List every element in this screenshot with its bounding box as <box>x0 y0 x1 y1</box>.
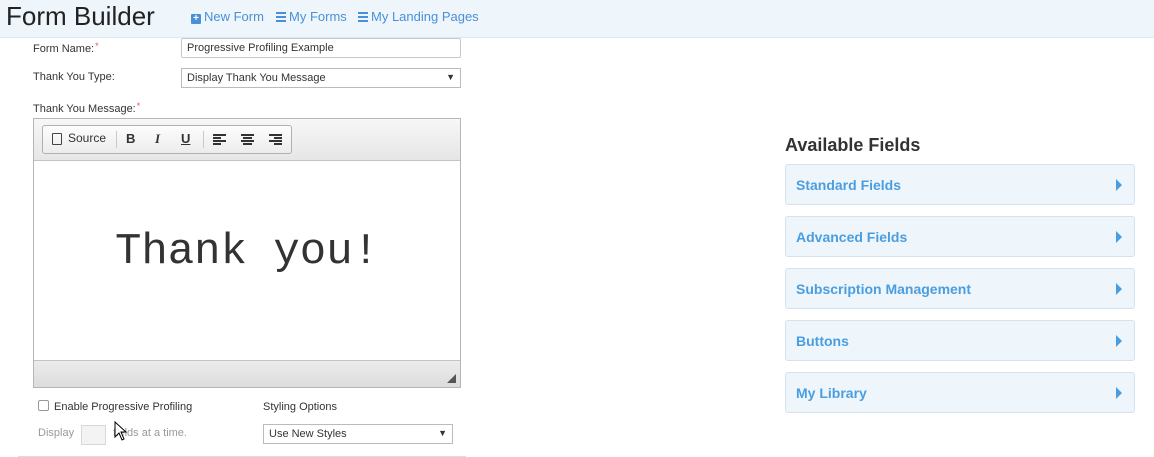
styling-options-select[interactable]: Use New Styles ▼ <box>263 424 453 444</box>
form-name-label-text: Form Name: <box>33 43 95 55</box>
thank-you-message-label-text: Thank You Message: <box>33 103 136 115</box>
accordion-label: Advanced Fields <box>796 229 908 245</box>
italic-button[interactable]: I <box>155 131 160 147</box>
thank-you-message-label: Thank You Message:* <box>33 101 140 115</box>
accordion-subscription-management[interactable]: Subscription Management <box>785 268 1135 309</box>
editor-content-area[interactable]: Thank you! <box>34 161 460 361</box>
accordion-label: Standard Fields <box>796 177 902 193</box>
enable-progressive-profiling-label: Enable Progressive Profiling <box>54 401 193 413</box>
source-button[interactable]: Source <box>43 126 113 153</box>
caret-right-icon <box>1116 179 1122 191</box>
source-icon <box>52 133 62 145</box>
accordion-buttons[interactable]: Buttons <box>785 320 1135 361</box>
editor-toolbar-group: Source B I U <box>42 125 292 154</box>
resize-handle-icon[interactable] <box>447 374 456 383</box>
bold-button[interactable]: B <box>126 131 135 146</box>
available-fields-title: Available Fields <box>785 135 921 155</box>
nav-new-form-label: New Form <box>204 9 264 24</box>
display-prefix-label: Display <box>38 427 75 439</box>
mouse-cursor-icon <box>114 421 128 441</box>
caret-right-icon <box>1116 387 1122 399</box>
thank-you-type-label: Thank You Type: <box>33 71 115 83</box>
editor-toolbar: Source B I U <box>34 119 460 161</box>
accordion-label: My Library <box>796 385 867 401</box>
dropdown-arrow-icon: ▼ <box>446 72 455 82</box>
align-center-icon[interactable] <box>241 134 254 145</box>
nav-my-landing-pages-label: My Landing Pages <box>371 9 479 24</box>
required-mark: * <box>136 101 141 111</box>
list-icon <box>358 12 368 22</box>
accordion-label: Subscription Management <box>796 281 972 297</box>
top-bar: Form Builder + New Form My Forms My Landi… <box>0 0 1154 38</box>
nav-new-form[interactable]: + New Form <box>191 9 264 24</box>
fields-count-input <box>81 425 106 445</box>
thank-you-type-select[interactable]: Display Thank You Message ▼ <box>181 68 461 88</box>
plus-square-icon: + <box>191 14 201 24</box>
nav-my-forms-label: My Forms <box>289 9 347 24</box>
list-icon <box>276 12 286 22</box>
underline-button[interactable]: U <box>181 131 190 146</box>
required-mark: * <box>95 41 99 51</box>
accordion-advanced-fields[interactable]: Advanced Fields <box>785 216 1135 257</box>
thank-you-message-text: Thank you! <box>114 227 380 277</box>
enable-progressive-profiling-checkbox[interactable] <box>38 400 49 411</box>
align-right-icon[interactable] <box>269 134 282 145</box>
caret-right-icon <box>1116 283 1122 295</box>
form-name-input[interactable]: Progressive Profiling Example <box>181 38 461 58</box>
accordion-label: Buttons <box>796 333 849 349</box>
accordion-my-library[interactable]: My Library <box>785 372 1135 413</box>
nav-my-forms[interactable]: My Forms <box>276 9 347 24</box>
source-button-label: Source <box>68 131 107 145</box>
thank-you-type-value: Display Thank You Message <box>187 72 326 84</box>
styling-options-value: Use New Styles <box>269 428 347 440</box>
align-left-icon[interactable] <box>213 134 226 145</box>
rich-text-editor: Source B I U Thank you! <box>33 118 461 388</box>
editor-status-bar <box>34 360 460 387</box>
caret-right-icon <box>1116 231 1122 243</box>
page-title: Form Builder <box>6 1 155 31</box>
nav-my-landing-pages[interactable]: My Landing Pages <box>358 9 479 24</box>
toolbar-divider <box>203 131 204 148</box>
form-name-label: Form Name:* <box>33 41 99 55</box>
toolbar-divider <box>116 131 117 148</box>
styling-options-label: Styling Options <box>263 401 337 413</box>
dropdown-arrow-icon: ▼ <box>438 428 447 438</box>
accordion-standard-fields[interactable]: Standard Fields <box>785 164 1135 205</box>
caret-right-icon <box>1116 335 1122 347</box>
